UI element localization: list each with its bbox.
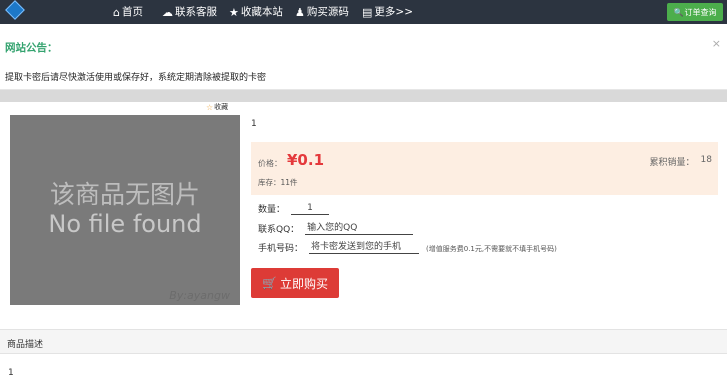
product-panel: ☆ 收藏 该商品无图片 No file found By:ayangw 1 价格… [0, 102, 727, 327]
nav-favorite-label: 收藏本站 [240, 6, 283, 18]
order-query-label: 订单查询 [684, 7, 717, 17]
price-value: ¥0.1 [287, 151, 325, 169]
order-query-button[interactable]: 🔍 订单查询 [667, 3, 723, 21]
close-icon[interactable]: × [712, 37, 721, 50]
favorite-product-button[interactable]: ☆ 收藏 [206, 102, 228, 112]
quantity-label: 数量： [258, 205, 286, 215]
nav-support[interactable]: ☁ 联系客服 [162, 0, 217, 24]
sales-count: 累积销量： 18 [650, 155, 712, 168]
notice-title: 网站公告： [5, 42, 58, 54]
description-content: 1 [8, 368, 14, 378]
description-header: 商品描述 [0, 329, 727, 354]
image-signature: By:ayangw [169, 289, 230, 302]
image-placeholder-en: No file found [48, 210, 202, 238]
site-logo[interactable] [4, 0, 66, 23]
site-notice: 网站公告： × 提取卡密后请尽快激活使用或保存好，系统定期清除被提取的卡密 [0, 24, 727, 90]
sales-value: 18 [700, 155, 712, 165]
nav-favorite-site[interactable]: ★ 收藏本站 [229, 0, 283, 24]
star-outline-icon: ☆ [206, 102, 214, 112]
favorite-label: 收藏 [214, 103, 229, 111]
price-label: 价格： [258, 159, 282, 168]
phone-note: (增值服务费0.1元,不需要就不填手机号码) [426, 245, 557, 253]
phone-label: 手机号码： [258, 244, 304, 254]
nav-support-label: 联系客服 [175, 6, 217, 18]
nav-home[interactable]: ⌂ 首页 [113, 0, 143, 24]
nav-home-label: 首页 [121, 6, 143, 18]
description-title: 商品描述 [7, 340, 44, 350]
home-icon: ⌂ [113, 5, 120, 19]
cart-icon: 🛒 [262, 276, 277, 290]
product-name: 1 [251, 119, 257, 129]
nav-more-label: 更多>> [374, 6, 414, 18]
buy-now-label: 立即购买 [279, 276, 328, 291]
buy-now-button[interactable]: 🛒 立即购买 [251, 268, 339, 298]
quantity-row: 数量： [258, 202, 330, 215]
search-icon: 🔍 [673, 7, 684, 17]
qq-label: 联系QQ： [258, 225, 300, 235]
top-navbar: ⌂ 首页 ☁ 联系客服 ★ 收藏本站 ♟ 购买源码 ▤ 更多>> 🔍 订单查询 [0, 0, 727, 24]
stock-text: 库存：11件 [258, 178, 298, 187]
qq-row: 联系QQ： [258, 222, 414, 235]
more-icon: ▤ [362, 5, 373, 19]
price-panel: 价格： ¥0.1 累积销量： 18 库存：11件 [251, 142, 718, 195]
notice-text: 提取卡密后请尽快激活使用或保存好，系统定期清除被提取的卡密 [5, 73, 267, 83]
nav-more[interactable]: ▤ 更多>> [362, 0, 413, 24]
phone-row: 手机号码： (增值服务费0.1元,不需要就不填手机号码) [258, 241, 557, 254]
sales-label: 累积销量： [649, 158, 695, 168]
support-icon: ☁ [162, 5, 173, 19]
section-separator [0, 90, 727, 102]
users-icon: ♟ [295, 5, 305, 19]
logo-diamond-icon [5, 0, 25, 20]
nav-buy-source[interactable]: ♟ 购买源码 [295, 0, 349, 24]
product-image-placeholder: 该商品无图片 No file found By:ayangw [10, 115, 240, 305]
quantity-input[interactable] [291, 202, 330, 215]
nav-buy-source-label: 购买源码 [306, 6, 349, 18]
image-placeholder-cn: 该商品无图片 [49, 180, 200, 209]
qq-input[interactable] [305, 222, 414, 235]
phone-input[interactable] [309, 241, 420, 254]
star-icon: ★ [229, 5, 239, 19]
